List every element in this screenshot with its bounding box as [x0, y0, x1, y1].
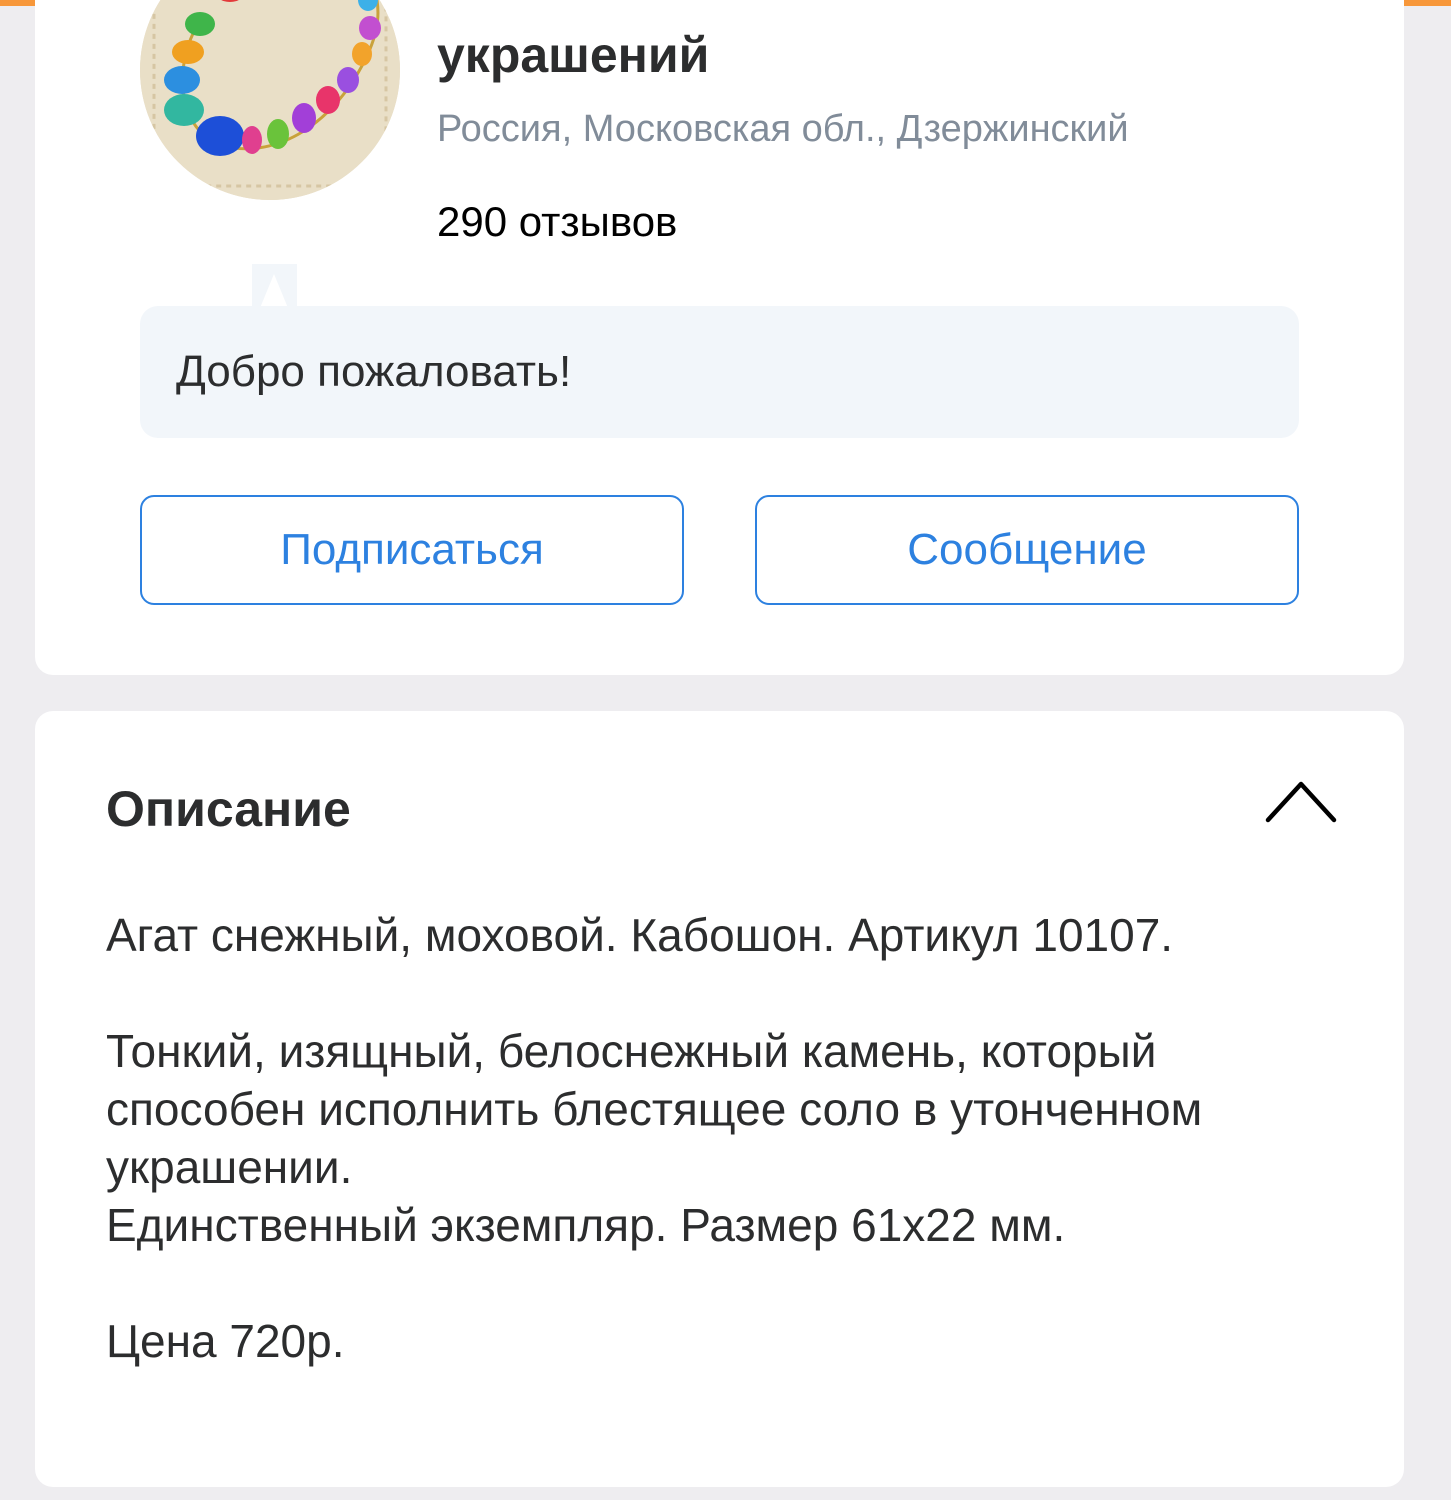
shop-title: украшений: [437, 27, 710, 83]
message-button[interactable]: Сообщение: [755, 495, 1299, 605]
speech-bubble-tail: [252, 264, 297, 308]
subscribe-button-label: Подписаться: [280, 525, 544, 574]
description-price: Цена 720р.: [106, 1315, 345, 1367]
description-text: Агат снежный, моховой. Кабошон. Артикул …: [106, 906, 1356, 1370]
shop-location: Россия, Московская обл., Дзержинский: [437, 108, 1129, 150]
description-paragraph: Тонкий, изящный, белоснежный камень, кот…: [106, 1025, 1203, 1193]
welcome-message-text: Добро пожаловать!: [176, 347, 572, 396]
shop-reviews-count[interactable]: 290 отзывов: [437, 198, 677, 246]
description-paragraph: Единственный экземпляр. Размер 61х22 мм.: [106, 1199, 1066, 1251]
subscribe-button[interactable]: Подписаться: [140, 495, 684, 605]
description-title: Описание: [106, 781, 351, 837]
description-paragraph: Агат снежный, моховой. Кабошон. Артикул …: [106, 909, 1174, 961]
chevron-up-icon[interactable]: [1264, 776, 1338, 826]
welcome-message: Добро пожаловать!: [140, 306, 1299, 438]
message-button-label: Сообщение: [907, 525, 1147, 574]
